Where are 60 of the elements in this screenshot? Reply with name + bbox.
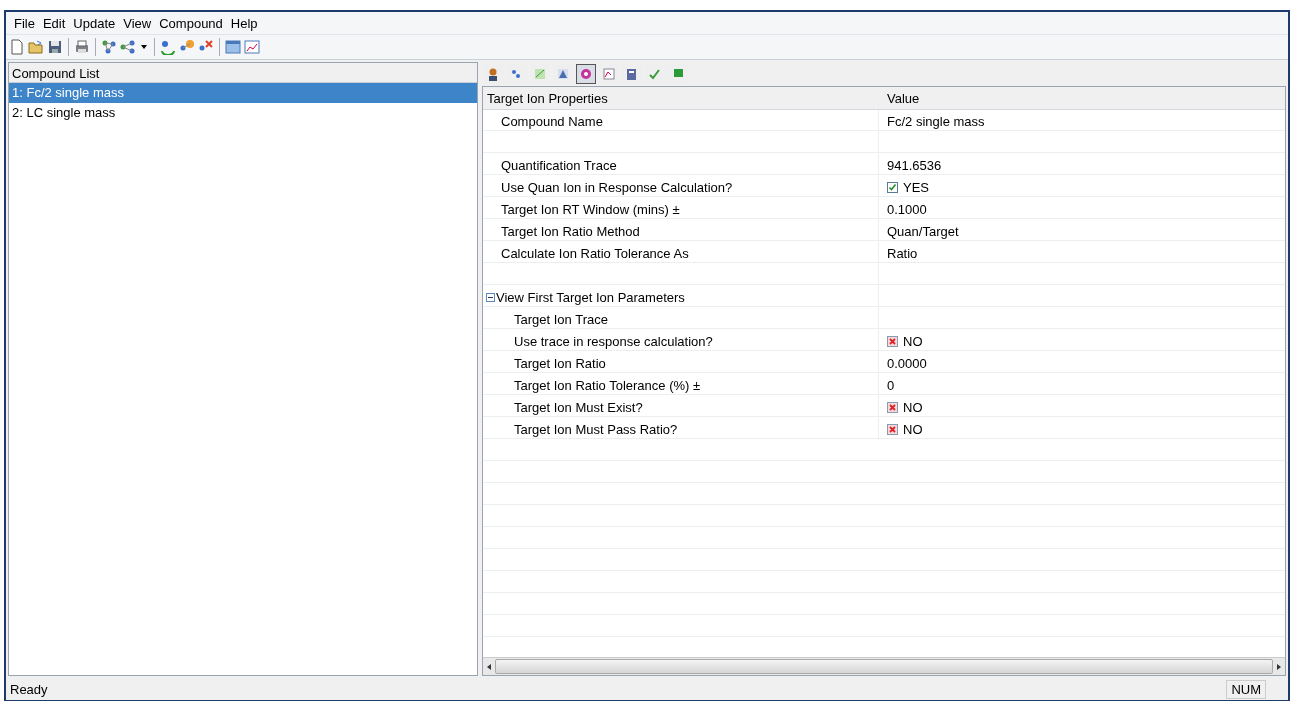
checkmark-icon xyxy=(648,67,662,81)
property-value: NO xyxy=(903,399,923,415)
checked-box-icon[interactable] xyxy=(887,181,898,193)
list-item[interactable]: 2: LC single mass xyxy=(9,103,477,123)
horizontal-scrollbar[interactable] xyxy=(483,657,1285,675)
printer-icon[interactable] xyxy=(74,39,90,55)
property-value: 0.0000 xyxy=(887,355,927,371)
menu-item[interactable]: Compound xyxy=(155,13,227,33)
list-item[interactable]: 1: Fc/2 single mass xyxy=(9,83,477,103)
menu-item[interactable]: File xyxy=(10,13,39,33)
property-value: 941.6536 xyxy=(887,157,942,173)
menu-item[interactable]: Update xyxy=(69,13,120,33)
property-name: Target Ion Trace xyxy=(514,311,608,327)
property-name: Target Ion Ratio Method xyxy=(501,223,640,239)
property-name: Target Ion Must Pass Ratio? xyxy=(514,421,678,437)
menu-item[interactable]: View xyxy=(119,13,156,33)
menu-item[interactable]: Help xyxy=(226,13,262,33)
group-name: View First Target Ion Parameters xyxy=(496,289,685,305)
property-name: Target Ion Ratio Tolerance (%) ± xyxy=(514,377,701,393)
unchecked-box-icon[interactable] xyxy=(887,401,898,413)
status-text: Ready xyxy=(10,681,48,697)
property-value: YES xyxy=(903,179,929,195)
property-name: Use Quan Ion in Response Calculation? xyxy=(501,179,733,195)
view-button[interactable] xyxy=(576,64,596,84)
chart-window-icon[interactable] xyxy=(244,39,260,55)
unchecked-box-icon[interactable] xyxy=(887,423,898,435)
unchecked-box-icon[interactable] xyxy=(887,335,898,347)
menu-item[interactable]: Edit xyxy=(38,13,70,33)
property-value: NO xyxy=(903,421,923,437)
property-name: Target Ion Ratio xyxy=(514,355,606,371)
property-value: Quan/Target xyxy=(887,223,959,239)
collapse-icon[interactable] xyxy=(486,292,495,302)
molecule-icon[interactable] xyxy=(101,39,117,55)
column-header: Target Ion Properties xyxy=(483,87,879,109)
new-document-icon[interactable] xyxy=(9,39,25,55)
chromatogram-icon xyxy=(602,67,616,81)
panel-title: Compound List xyxy=(9,63,477,83)
property-name: Calculate Ion Ratio Tolerance As xyxy=(501,245,689,261)
column-header: Value xyxy=(886,90,921,106)
property-value: Fc/2 single mass xyxy=(887,113,985,129)
property-value: Ratio xyxy=(887,245,918,261)
left-arrow-icon xyxy=(485,661,493,672)
property-value: NO xyxy=(903,333,923,349)
molecule-icon[interactable] xyxy=(120,39,136,55)
right-arrow-icon xyxy=(1275,661,1283,672)
property-name: Quantification Trace xyxy=(501,157,617,173)
target-icon xyxy=(579,67,593,81)
property-value: 0.1000 xyxy=(887,201,927,217)
window-icon[interactable] xyxy=(225,39,241,55)
property-value: 0 xyxy=(887,377,895,393)
report-icon xyxy=(625,67,639,81)
peak-icon xyxy=(556,67,570,81)
property-name: Compound Name xyxy=(501,113,603,129)
open-folder-icon[interactable] xyxy=(28,39,44,55)
property-name: Use trace in response calculation? xyxy=(514,333,713,349)
status-indicator: NUM xyxy=(1226,679,1266,699)
save-icon[interactable] xyxy=(47,39,63,55)
property-name: Target Ion RT Window (mins) ± xyxy=(501,201,680,217)
chart-icon xyxy=(533,67,547,81)
property-name: Target Ion Must Exist? xyxy=(514,399,643,415)
